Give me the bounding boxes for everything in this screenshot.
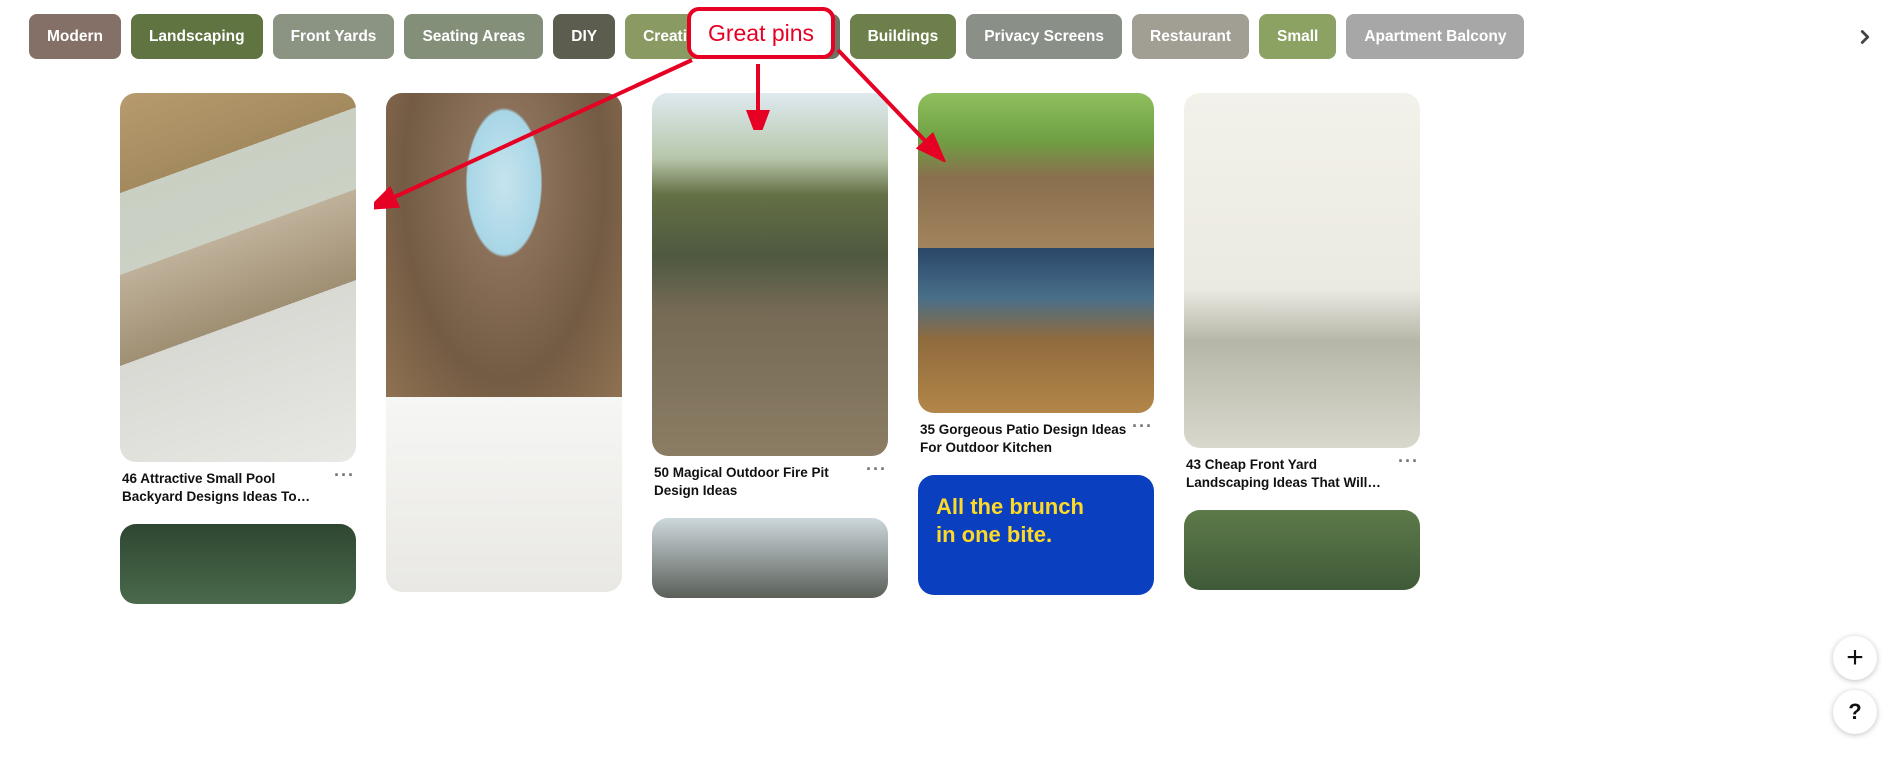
category-tag-diy[interactable]: DIY [553, 14, 615, 59]
pin-title[interactable]: 35 Gorgeous Patio Design Ideas For Outdo… [920, 421, 1128, 457]
pin-image[interactable] [386, 93, 622, 413]
category-tag-landscaping[interactable]: Landscaping [131, 14, 263, 59]
help-button[interactable]: ? [1833, 690, 1877, 734]
pin-image[interactable] [918, 93, 1154, 413]
pin-image[interactable] [652, 518, 888, 598]
pin-title[interactable]: 43 Cheap Front Yard Landscaping Ideas Th… [1186, 456, 1394, 492]
pin-image[interactable] [386, 397, 622, 592]
pin-image[interactable]: All the brunch in one bite. [918, 475, 1154, 595]
pins-grid: 46 Attractive Small Pool Backyard Design… [0, 73, 1899, 604]
pin-card[interactable]: All the brunch in one bite. [918, 475, 1154, 595]
pin-card[interactable] [1184, 510, 1420, 590]
pin-image[interactable] [652, 93, 888, 456]
pin-column: 35 Gorgeous Patio Design Ideas For Outdo… [918, 93, 1154, 604]
pin-card[interactable]: 43 Cheap Front Yard Landscaping Ideas Th… [1184, 93, 1420, 492]
pin-image[interactable] [1184, 510, 1420, 590]
category-tag-front-yards[interactable]: Front Yards [273, 14, 395, 59]
chevron-right-icon [1854, 26, 1876, 48]
ad-headline-line2: in one bite. [936, 521, 1136, 549]
pin-title[interactable]: 46 Attractive Small Pool Backyard Design… [122, 470, 330, 506]
category-tag-modern[interactable]: Modern [29, 14, 121, 59]
pin-card[interactable] [120, 524, 356, 604]
pin-title[interactable]: 50 Magical Outdoor Fire Pit Design Ideas [654, 464, 862, 500]
pin-card[interactable]: 35 Gorgeous Patio Design Ideas For Outdo… [918, 93, 1154, 457]
pin-column [386, 93, 622, 604]
category-tag-buildings[interactable]: Buildings [850, 14, 957, 59]
annotation-label: Great pins [708, 20, 814, 47]
add-button[interactable]: + [1833, 636, 1877, 680]
more-options-icon[interactable]: ··· [866, 464, 886, 474]
category-tag-restaurant[interactable]: Restaurant [1132, 14, 1249, 59]
pin-image[interactable] [120, 93, 356, 462]
scroll-right-button[interactable] [1843, 15, 1887, 59]
pin-meta: 43 Cheap Front Yard Landscaping Ideas Th… [1184, 456, 1420, 492]
category-tag-apartment-balcony[interactable]: Apartment Balcony [1346, 14, 1524, 59]
pin-card[interactable] [652, 518, 888, 598]
more-options-icon[interactable]: ··· [334, 470, 354, 480]
more-options-icon[interactable]: ··· [1132, 421, 1152, 431]
pin-column: 50 Magical Outdoor Fire Pit Design Ideas… [652, 93, 888, 604]
category-tag-seating-areas[interactable]: Seating Areas [404, 14, 543, 59]
pin-card[interactable]: 46 Attractive Small Pool Backyard Design… [120, 93, 356, 506]
category-tag-small[interactable]: Small [1259, 14, 1336, 59]
pin-card[interactable] [386, 93, 622, 592]
pin-meta: 46 Attractive Small Pool Backyard Design… [120, 470, 356, 506]
pin-image[interactable] [1184, 93, 1420, 448]
pin-column: 43 Cheap Front Yard Landscaping Ideas Th… [1184, 93, 1420, 604]
annotation-callout: Great pins [687, 7, 835, 59]
pin-column: 46 Attractive Small Pool Backyard Design… [120, 93, 356, 604]
category-filter-bar: Modern Landscaping Front Yards Seating A… [0, 0, 1899, 73]
pin-image[interactable] [120, 524, 356, 604]
pin-card[interactable]: 50 Magical Outdoor Fire Pit Design Ideas… [652, 93, 888, 500]
ad-headline-line1: All the brunch [936, 493, 1136, 521]
pin-meta: 35 Gorgeous Patio Design Ideas For Outdo… [918, 421, 1154, 457]
pin-meta: 50 Magical Outdoor Fire Pit Design Ideas… [652, 464, 888, 500]
more-options-icon[interactable]: ··· [1398, 456, 1418, 466]
category-tag-privacy-screens[interactable]: Privacy Screens [966, 14, 1122, 59]
